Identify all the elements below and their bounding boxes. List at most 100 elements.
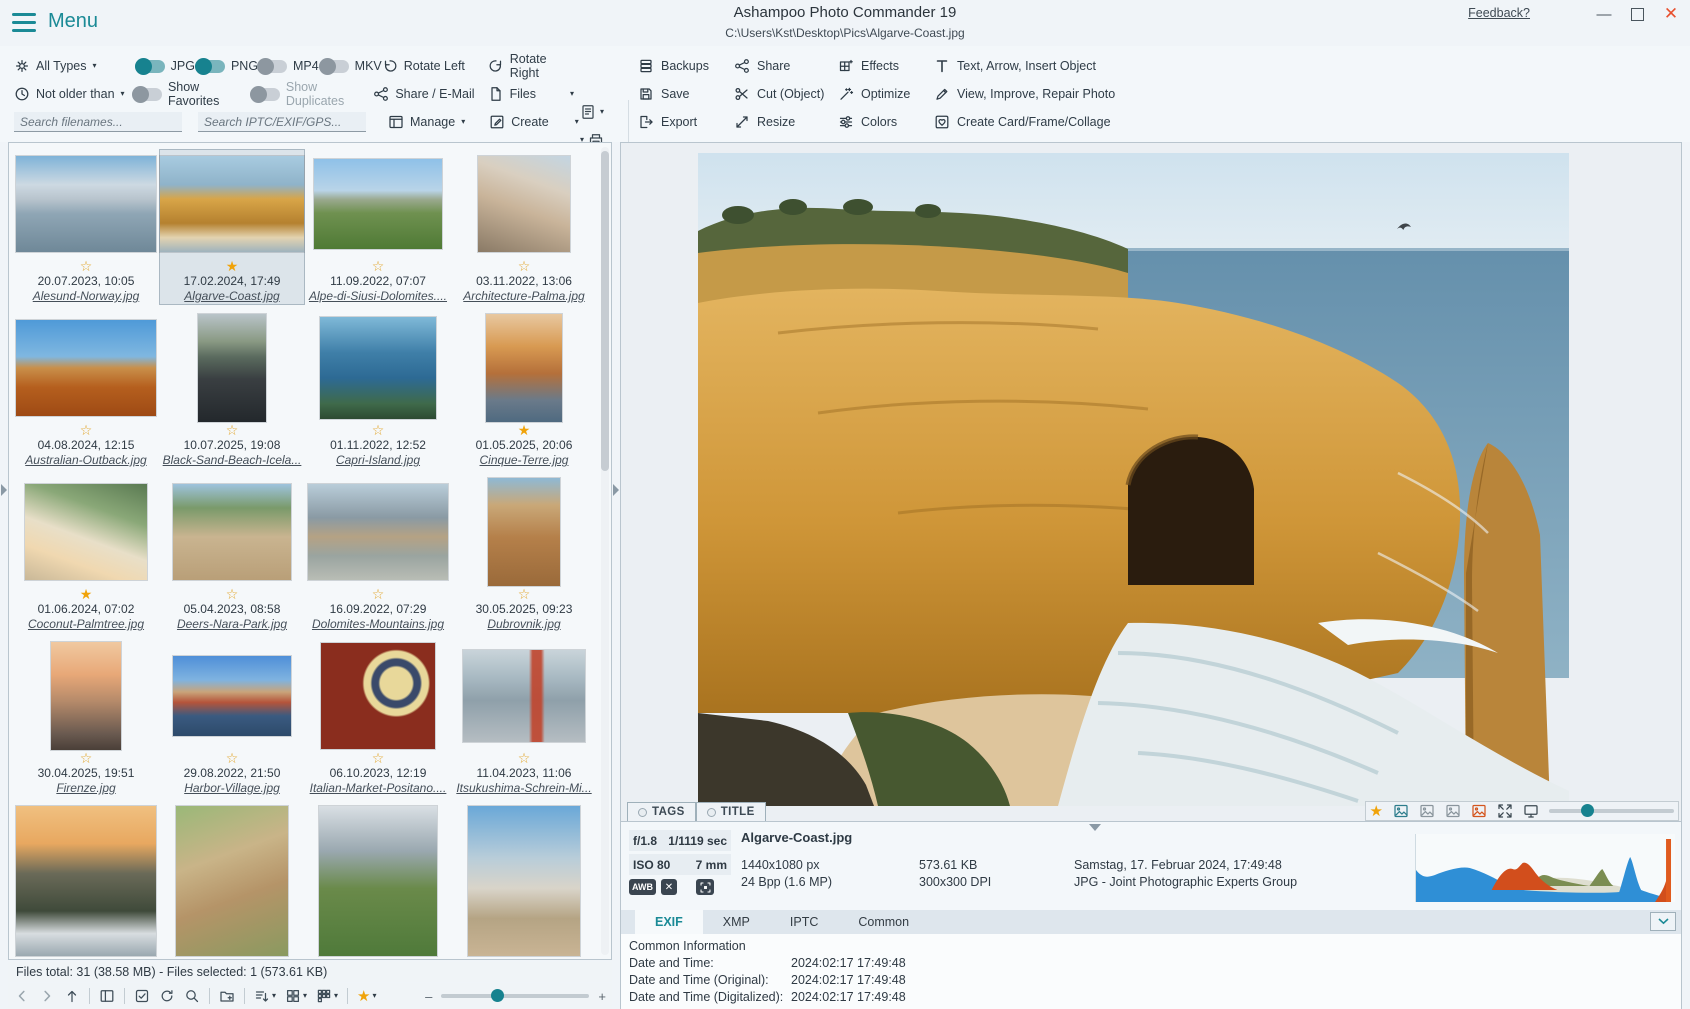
thumbnail-cell[interactable]: 06.10.2023, 12:19 Italian-Market-Positan… — [305, 641, 451, 797]
minimize-button[interactable]: — — [1595, 6, 1613, 23]
favorite-star-icon[interactable] — [160, 586, 304, 602]
favorite-star-icon[interactable] — [452, 586, 596, 602]
photo-thumbnail[interactable] — [463, 650, 585, 742]
forward-button[interactable] — [39, 988, 55, 1004]
favorite-star-icon[interactable] — [306, 258, 450, 274]
text-arrow-insert-button[interactable]: Text, Arrow, Insert Object — [934, 58, 1115, 74]
rotate-right-button[interactable]: Rotate Right — [488, 52, 574, 80]
jpg-toggle-switch[interactable] — [135, 60, 165, 73]
view-compare-icon[interactable] — [1419, 803, 1435, 819]
menu-button[interactable]: Menu — [48, 10, 98, 33]
slider-knob[interactable] — [491, 989, 504, 1002]
photo-thumbnail[interactable] — [51, 642, 121, 750]
favorite-star-icon[interactable]: ★ — [1370, 804, 1383, 819]
favorite-star-icon[interactable] — [160, 258, 304, 274]
view-single-icon[interactable] — [1393, 803, 1409, 819]
photo-thumbnail[interactable] — [173, 484, 291, 580]
favorite-star-icon[interactable] — [306, 750, 450, 766]
show-favorites-switch[interactable] — [132, 88, 162, 101]
thumbnail-filename[interactable]: Australian-Outback.jpg — [14, 453, 158, 468]
thumbnail-filename[interactable]: Black-Sand-Beach-Icela... — [160, 453, 304, 468]
view-filmstrip-icon[interactable] — [1445, 803, 1461, 819]
thumbnail-filename[interactable]: Capri-Island.jpg — [306, 453, 450, 468]
tab-tags[interactable]: TAGS — [627, 802, 696, 821]
view-mode-dropdown[interactable]: ▾ — [285, 988, 307, 1004]
thumbnail-cell[interactable]: 11.09.2022, 07:07 Alpe-di-Siusi-Dolomite… — [305, 149, 451, 305]
photo-thumbnail[interactable] — [486, 314, 562, 422]
collapse-splitter-handle[interactable] — [613, 484, 619, 496]
zoom-in-plus[interactable]: + — [598, 989, 606, 1004]
thumbnail-cell[interactable] — [13, 805, 159, 957]
feedback-link[interactable]: Feedback? — [1468, 6, 1530, 20]
thumbnail-filename[interactable]: Itsukushima-Schrein-Mi... — [452, 781, 596, 796]
show-favorites-toggle[interactable]: Show Favorites — [132, 80, 250, 108]
thumbnail-filename[interactable]: Alesund-Norway.jpg — [14, 289, 158, 304]
photo-thumbnail[interactable] — [16, 806, 156, 956]
thumbnail-cell[interactable]: 16.09.2022, 07:29 Dolomites-Mountains.jp… — [305, 477, 451, 633]
favorite-star-icon[interactable] — [14, 258, 158, 274]
filter-mp4-toggle[interactable]: MP4 — [257, 59, 319, 73]
photo-thumbnail[interactable] — [468, 806, 580, 956]
thumbnail-filename[interactable]: Algarve-Coast.jpg — [160, 289, 304, 304]
share-button[interactable]: Share — [734, 58, 838, 74]
thumbnail-cell[interactable]: 05.04.2023, 08:58 Deers-Nara-Park.jpg — [159, 477, 305, 633]
thumbnail-filename[interactable]: Italian-Market-Positano.... — [306, 781, 450, 796]
tab-common[interactable]: Common — [838, 910, 929, 934]
export-button[interactable]: Export — [638, 114, 734, 130]
photo-thumbnail[interactable] — [198, 314, 266, 422]
photo-thumbnail[interactable] — [16, 320, 156, 416]
favorite-star-icon[interactable] — [452, 258, 596, 274]
photo-thumbnail[interactable] — [176, 806, 288, 956]
thumbnail-cell[interactable]: 30.04.2025, 19:51 Firenze.jpg — [13, 641, 159, 797]
resize-button[interactable]: Resize — [734, 114, 838, 130]
all-types-dropdown[interactable]: All Types▾ — [14, 58, 135, 74]
view-improve-repair-button[interactable]: View, Improve, Repair Photo — [934, 86, 1115, 102]
favorite-star-icon[interactable] — [14, 750, 158, 766]
thumbnail-cell[interactable]: 01.06.2024, 07:02 Coconut-Palmtree.jpg — [13, 477, 159, 633]
rotate-left-button[interactable]: Rotate Left — [382, 58, 480, 74]
thumbnail-cell[interactable] — [451, 805, 597, 957]
colors-button[interactable]: Colors — [838, 114, 934, 130]
thumbnail-cell[interactable]: 11.04.2023, 11:06 Itsukushima-Schrein-Mi… — [451, 641, 597, 797]
thumbnail-cell[interactable]: 29.08.2022, 21:50 Harbor-Village.jpg — [159, 641, 305, 797]
tab-iptc[interactable]: IPTC — [770, 910, 838, 934]
presentation-icon[interactable] — [1523, 803, 1539, 819]
tab-title[interactable]: TITLE — [696, 802, 766, 821]
photo-thumbnail[interactable] — [173, 656, 291, 736]
manage-dropdown[interactable]: Manage▾ — [388, 114, 465, 130]
preview-photo-algarve-coast[interactable] — [698, 153, 1569, 806]
thumbnail-filename[interactable]: Coconut-Palmtree.jpg — [14, 617, 158, 632]
tab-exif[interactable]: EXIF — [635, 910, 703, 934]
slider-knob[interactable] — [1581, 804, 1594, 817]
thumbnail-cell[interactable]: 01.11.2022, 12:52 Capri-Island.jpg — [305, 313, 451, 469]
photo-thumbnail[interactable] — [478, 156, 570, 252]
mkv-toggle-switch[interactable] — [319, 60, 349, 73]
favorite-star-icon[interactable] — [160, 422, 304, 438]
photo-thumbnail[interactable] — [25, 484, 147, 580]
files-dropdown[interactable]: Files▾ — [488, 86, 574, 102]
thumbnail-cell[interactable] — [159, 805, 305, 957]
search-button[interactable] — [184, 988, 200, 1004]
search-iptc-exif-gps-input[interactable] — [198, 112, 366, 132]
not-older-than-dropdown[interactable]: Not older than▾ — [14, 86, 132, 102]
expand-metadata-button[interactable] — [1650, 912, 1676, 931]
filter-png-toggle[interactable]: PNG — [195, 59, 257, 73]
favorite-star-icon[interactable] — [160, 750, 304, 766]
thumbnail-zoom-slider[interactable] — [441, 994, 589, 998]
folder-up-button[interactable] — [64, 988, 80, 1004]
photo-thumbnail[interactable] — [308, 484, 448, 580]
thumbnail-filename[interactable]: Deers-Nara-Park.jpg — [160, 617, 304, 632]
thumbnail-cell[interactable]: 03.11.2022, 13:06 Architecture-Palma.jpg — [451, 149, 597, 305]
refresh-button[interactable] — [159, 988, 175, 1004]
save-button[interactable]: Save — [638, 86, 734, 102]
toggle-panel-button[interactable] — [99, 988, 115, 1004]
new-folder-button[interactable] — [219, 988, 235, 1004]
thumbnail-cell[interactable]: 17.02.2024, 17:49 Algarve-Coast.jpg — [159, 149, 305, 305]
thumbnail-filename[interactable]: Firenze.jpg — [14, 781, 158, 796]
thumbnail-cell[interactable]: 10.07.2025, 19:08 Black-Sand-Beach-Icela… — [159, 313, 305, 469]
thumbnail-filename[interactable]: Alpe-di-Siusi-Dolomites.... — [306, 289, 450, 304]
photo-thumbnail[interactable] — [16, 156, 156, 252]
pdf-export-button[interactable]: ▾ — [580, 98, 624, 126]
thumbnail-cell[interactable]: 30.05.2025, 09:23 Dubrovnik.jpg — [451, 477, 597, 633]
thumbnail-filename[interactable]: Dolomites-Mountains.jpg — [306, 617, 450, 632]
